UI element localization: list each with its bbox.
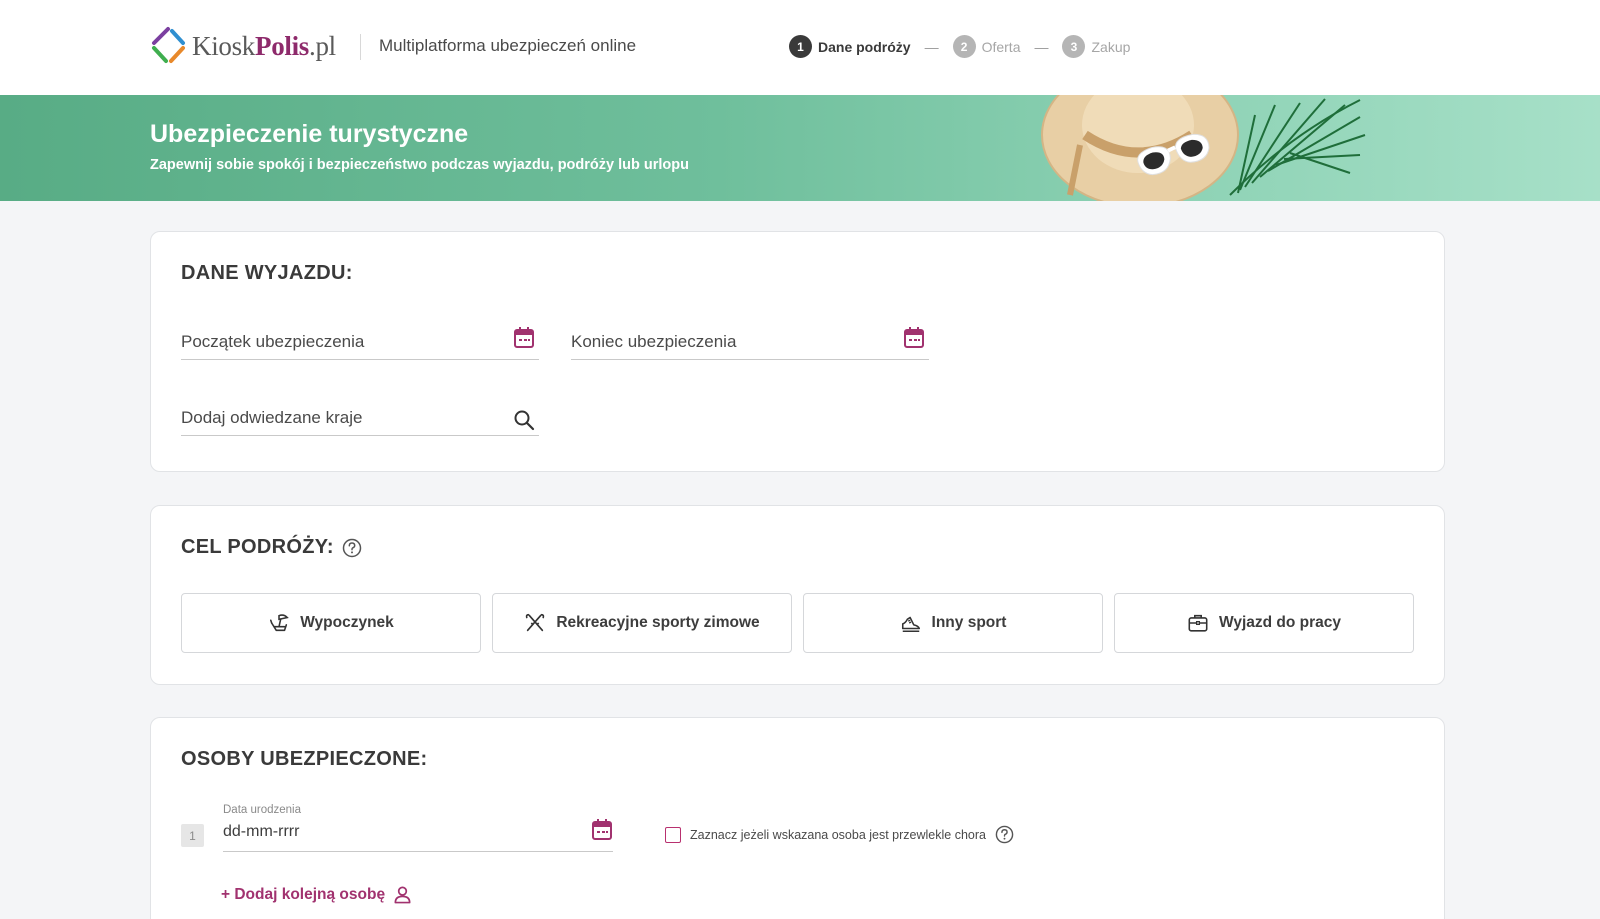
calendar-icon[interactable] bbox=[591, 818, 613, 842]
purpose-winter-sports-button[interactable]: Rekreacyjne sporty zimowe bbox=[492, 593, 792, 653]
help-icon[interactable] bbox=[342, 538, 362, 558]
trip-details-title: DANE WYJAZDU: bbox=[181, 262, 353, 284]
insured-persons-title: OSOBY UBEZPIECZONE: bbox=[181, 748, 428, 770]
insurance-end-field[interactable]: Koniec ubezpieczenia bbox=[571, 326, 929, 360]
purpose-other-sport-label: Inny sport bbox=[931, 614, 1007, 631]
briefcase-icon bbox=[1188, 614, 1208, 632]
top-header: KioskPolis.pl Multiplatforma ubezpieczeń… bbox=[0, 0, 1600, 95]
purpose-leisure-button[interactable]: Wypoczynek bbox=[181, 593, 481, 653]
insurance-start-field[interactable]: Początek ubezpieczenia bbox=[181, 326, 539, 360]
add-person-button[interactable]: + Dodaj kolejną osobę bbox=[221, 885, 412, 904]
step-2-label: Oferta bbox=[981, 38, 1021, 55]
purpose-work-trip-button[interactable]: Wyjazd do pracy bbox=[1114, 593, 1414, 653]
hero-banner: Ubezpieczenie turystyczne Zapewnij sobie… bbox=[0, 95, 1600, 201]
add-person-label: + Dodaj kolejną osobę bbox=[221, 885, 386, 903]
step-separator: — bbox=[1034, 38, 1049, 55]
step-1-number: 1 bbox=[789, 35, 812, 58]
banner-subtitle: Zapewnij sobie spokój i bezpieczeństwo p… bbox=[150, 157, 689, 173]
skis-icon bbox=[526, 613, 545, 632]
sun-hat-illustration bbox=[1041, 95, 1366, 201]
purpose-options: Wypoczynek Rekreacyjne sporty zimowe Inn… bbox=[181, 593, 1414, 653]
birth-date-field[interactable]: Data urodzenia dd-mm-rrrr bbox=[223, 804, 613, 852]
progress-steps: 1 Dane podróży — 2 Oferta — 3 Zakup bbox=[789, 35, 1130, 58]
chronic-illness-label: Zaznacz jeżeli wskazana osoba jest przew… bbox=[690, 827, 986, 842]
countries-search-field[interactable]: Dodaj odwiedzane kraje bbox=[181, 402, 539, 436]
step-3-label: Zakup bbox=[1091, 38, 1131, 55]
trip-purpose-title: CEL PODRÓŻY: bbox=[181, 536, 334, 558]
logo-text: KioskPolis.pl bbox=[192, 30, 336, 61]
step-3: 3 Zakup bbox=[1062, 35, 1130, 58]
purpose-work-trip-label: Wyjazd do pracy bbox=[1218, 614, 1342, 631]
step-separator: — bbox=[924, 38, 939, 55]
calendar-icon[interactable] bbox=[513, 326, 535, 350]
step-2: 2 Oferta bbox=[952, 35, 1021, 58]
step-3-number: 3 bbox=[1062, 35, 1086, 58]
insured-persons-card: OSOBY UBEZPIECZONE: 1 Data urodzenia dd-… bbox=[150, 717, 1445, 919]
step-1-label: Dane podróży bbox=[818, 38, 911, 55]
help-icon[interactable] bbox=[995, 825, 1014, 844]
beach-chair-icon bbox=[270, 614, 289, 632]
sneaker-icon bbox=[901, 616, 920, 633]
purpose-other-sport-button[interactable]: Inny sport bbox=[803, 593, 1103, 653]
logo[interactable]: KioskPolis.pl bbox=[148, 26, 336, 66]
birth-date-label: Data urodzenia bbox=[223, 804, 301, 816]
insurance-start-label: Początek ubezpieczenia bbox=[181, 332, 365, 351]
insurance-end-label: Koniec ubezpieczenia bbox=[571, 332, 737, 351]
step-1: 1 Dane podróży bbox=[789, 35, 911, 58]
birth-date-input[interactable]: dd-mm-rrrr bbox=[223, 823, 299, 841]
tagline: Multiplatforma ubezpieczeń online bbox=[379, 36, 637, 55]
trip-details-card: DANE WYJAZDU: Początek ubezpieczenia Kon… bbox=[150, 231, 1445, 472]
logo-divider bbox=[360, 34, 361, 60]
countries-search-label: Dodaj odwiedzane kraje bbox=[181, 408, 363, 427]
search-icon[interactable] bbox=[513, 408, 535, 432]
chronic-illness-option[interactable]: Zaznacz jeżeli wskazana osoba jest przew… bbox=[665, 825, 1014, 844]
trip-purpose-card: CEL PODRÓŻY: Wypoczynek Rekreacyjne spor… bbox=[150, 505, 1445, 685]
kioskpolis-logo-icon bbox=[152, 27, 185, 63]
person-number-badge: 1 bbox=[181, 824, 204, 847]
purpose-winter-sports-label: Rekreacyjne sporty zimowe bbox=[556, 614, 760, 631]
calendar-icon[interactable] bbox=[903, 326, 925, 350]
banner-title: Ubezpieczenie turystyczne bbox=[150, 120, 469, 148]
person-icon bbox=[394, 886, 411, 904]
chronic-illness-checkbox[interactable] bbox=[665, 826, 681, 843]
step-2-number: 2 bbox=[952, 35, 976, 58]
purpose-leisure-label: Wypoczynek bbox=[300, 614, 394, 631]
